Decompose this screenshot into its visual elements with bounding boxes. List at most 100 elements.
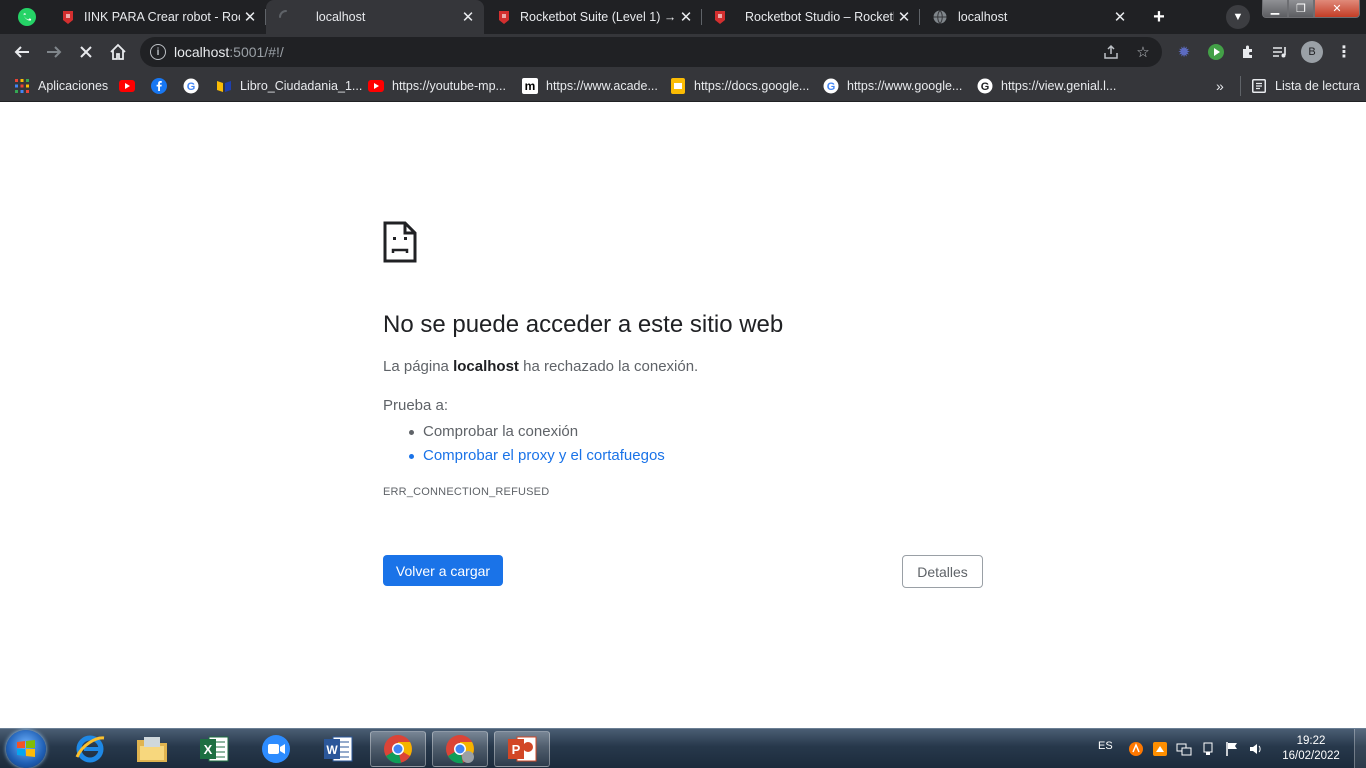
zoom-icon <box>262 735 290 763</box>
rocketbot-icon <box>60 9 76 25</box>
stop-icon <box>80 46 92 58</box>
taskbar-word[interactable]: W <box>310 731 366 767</box>
chrome-profile-icon <box>446 735 474 764</box>
taskbar-chrome-profile-b[interactable] <box>432 731 488 767</box>
window-controls: ▁ ❐ ✕ <box>1262 0 1360 18</box>
tab-close-icon[interactable]: ✕ <box>458 7 478 27</box>
extensions-puzzle-icon[interactable] <box>1238 42 1258 62</box>
reading-list-button[interactable]: Lista de lectura <box>1240 76 1360 96</box>
chevron-down-icon: ▼ <box>1232 11 1244 23</box>
reload-button[interactable]: Volver a cargar <box>383 555 503 586</box>
start-button[interactable] <box>6 730 46 768</box>
facebook-icon <box>151 78 167 94</box>
tab-search-button[interactable]: ▼ <box>1226 5 1250 29</box>
address-url: localhost:5001/#!/ <box>174 44 284 60</box>
bookmark-label: https://www.acade... <box>546 79 658 93</box>
volume-icon[interactable] <box>1248 741 1264 757</box>
tab-localhost-active[interactable]: localhost ✕ <box>266 0 484 34</box>
browser-toolbar: i localhost:5001/#!/ ☆ ✹ B ⋮ <box>0 34 1366 70</box>
bookmark-google-docs[interactable]: https://docs.google... <box>670 76 809 96</box>
bookmark-youtube[interactable] <box>119 76 143 96</box>
tab-close-icon[interactable]: ✕ <box>1110 7 1130 27</box>
tab-close-icon[interactable]: ✕ <box>240 7 260 27</box>
svg-text:P: P <box>512 742 521 757</box>
bookmark-youtube-mp[interactable]: https://youtube-mp... <box>368 76 506 96</box>
taskbar-excel[interactable]: X <box>186 731 242 767</box>
excel-icon: X <box>200 736 229 762</box>
more-bookmarks-button[interactable]: » <box>1216 76 1224 96</box>
bookmark-libro-ciudadania[interactable]: Libro_Ciudadania_1... <box>216 76 362 96</box>
taskbar-file-explorer[interactable] <box>124 731 180 767</box>
suggestions-list: Comprobar la conexión Comprobar el proxy… <box>409 420 665 468</box>
profile-avatar[interactable]: B <box>1301 41 1323 63</box>
desc-suffix: ha rechazado la conexión. <box>518 358 699 375</box>
tab-localhost-2[interactable]: localhost ✕ <box>920 0 1136 34</box>
svg-text:G: G <box>827 81 836 93</box>
back-button[interactable] <box>8 38 36 66</box>
network-tray-icon[interactable] <box>1176 741 1192 757</box>
reading-list-label: Lista de lectura <box>1275 79 1360 93</box>
show-desktop-button[interactable] <box>1354 729 1366 768</box>
taskbar-zoom[interactable] <box>248 731 304 767</box>
youtube-icon <box>368 78 384 94</box>
google-icon: G <box>823 78 839 94</box>
forward-button[interactable] <box>40 38 68 66</box>
taskbar-chrome[interactable] <box>370 731 426 767</box>
bookmark-google[interactable]: G <box>183 76 207 96</box>
svg-text:G: G <box>981 81 990 93</box>
taskbar-powerpoint[interactable]: P <box>494 731 550 767</box>
bookmark-star-icon[interactable]: ☆ <box>1134 43 1152 61</box>
tab-title: localhost <box>958 10 1008 24</box>
windows-logo-icon <box>17 740 35 757</box>
chrome-icon <box>384 735 412 764</box>
desc-prefix: La página <box>383 358 454 375</box>
kebab-menu-icon[interactable]: ⋮ <box>1334 42 1354 62</box>
share-icon[interactable] <box>1102 43 1120 61</box>
bookmarks-bar: Aplicaciones G Libro_Ciudadania_1... htt… <box>0 70 1366 102</box>
m-logo-icon: m <box>522 78 538 94</box>
usb-tray-icon[interactable] <box>1200 741 1216 757</box>
language-indicator[interactable]: ES <box>1098 740 1113 752</box>
tab-rocketbot-studio[interactable]: Rocketbot Studio – Rocketbo ✕ <box>702 0 920 34</box>
bookmark-apps[interactable]: Aplicaciones <box>14 76 108 96</box>
error-description: La página localhost ha rechazado la cone… <box>383 358 698 375</box>
address-bar[interactable]: i localhost:5001/#!/ ☆ <box>140 37 1162 67</box>
close-window-button[interactable]: ✕ <box>1314 0 1360 18</box>
home-button[interactable] <box>104 38 132 66</box>
tab-close-icon[interactable]: ✕ <box>894 7 914 27</box>
bookmark-genially[interactable]: G https://view.genial.l... <box>977 76 1116 96</box>
avast-tray-icon[interactable] <box>1128 741 1144 757</box>
maximize-button[interactable]: ❐ <box>1288 0 1314 18</box>
bookmark-label: Libro_Ciudadania_1... <box>240 79 363 93</box>
bookmark-facebook[interactable] <box>151 76 175 96</box>
folder-icon <box>137 737 167 762</box>
tab-title: IINK PARA Crear robot - Rock <box>84 10 240 24</box>
powerpoint-icon: P <box>508 736 537 762</box>
extension-gear-icon[interactable]: ✹ <box>1174 42 1194 62</box>
info-icon[interactable]: i <box>150 44 166 60</box>
media-control-icon[interactable] <box>1270 42 1290 62</box>
action-center-flag-icon[interactable] <box>1224 741 1240 757</box>
plus-icon: + <box>1153 5 1165 28</box>
app-tray-icon[interactable] <box>1152 741 1168 757</box>
arrow-right-icon <box>47 46 62 58</box>
url-host: localhost <box>174 44 230 60</box>
details-button[interactable]: Detalles <box>902 555 983 588</box>
bookmark-google-search[interactable]: G https://www.google... <box>823 76 962 96</box>
suggestion-check-proxy-link[interactable]: Comprobar el proxy y el cortafuegos <box>409 444 665 468</box>
tab-iink-crear-robot[interactable]: IINK PARA Crear robot - Rock ✕ <box>50 0 266 34</box>
genially-icon: G <box>977 78 993 94</box>
bookmark-label: Aplicaciones <box>38 79 109 93</box>
whatsapp-pinned-tab[interactable] <box>14 5 40 29</box>
taskbar-internet-explorer[interactable] <box>62 731 118 767</box>
arrow-left-icon <box>14 46 29 58</box>
clock-time: 19:22 <box>1296 735 1326 747</box>
system-clock[interactable]: 19:22 16/02/2022 <box>1278 734 1344 764</box>
new-tab-button[interactable]: + <box>1146 5 1172 29</box>
tab-close-icon[interactable]: ✕ <box>676 7 696 27</box>
minimize-button[interactable]: ▁ <box>1262 0 1288 18</box>
stop-loading-button[interactable] <box>72 38 100 66</box>
bookmark-academia[interactable]: m https://www.acade... <box>522 76 658 96</box>
tab-rocketbot-suite[interactable]: Rocketbot Suite (Level 1) → C ✕ <box>486 0 702 34</box>
extension-play-icon[interactable] <box>1206 42 1226 62</box>
